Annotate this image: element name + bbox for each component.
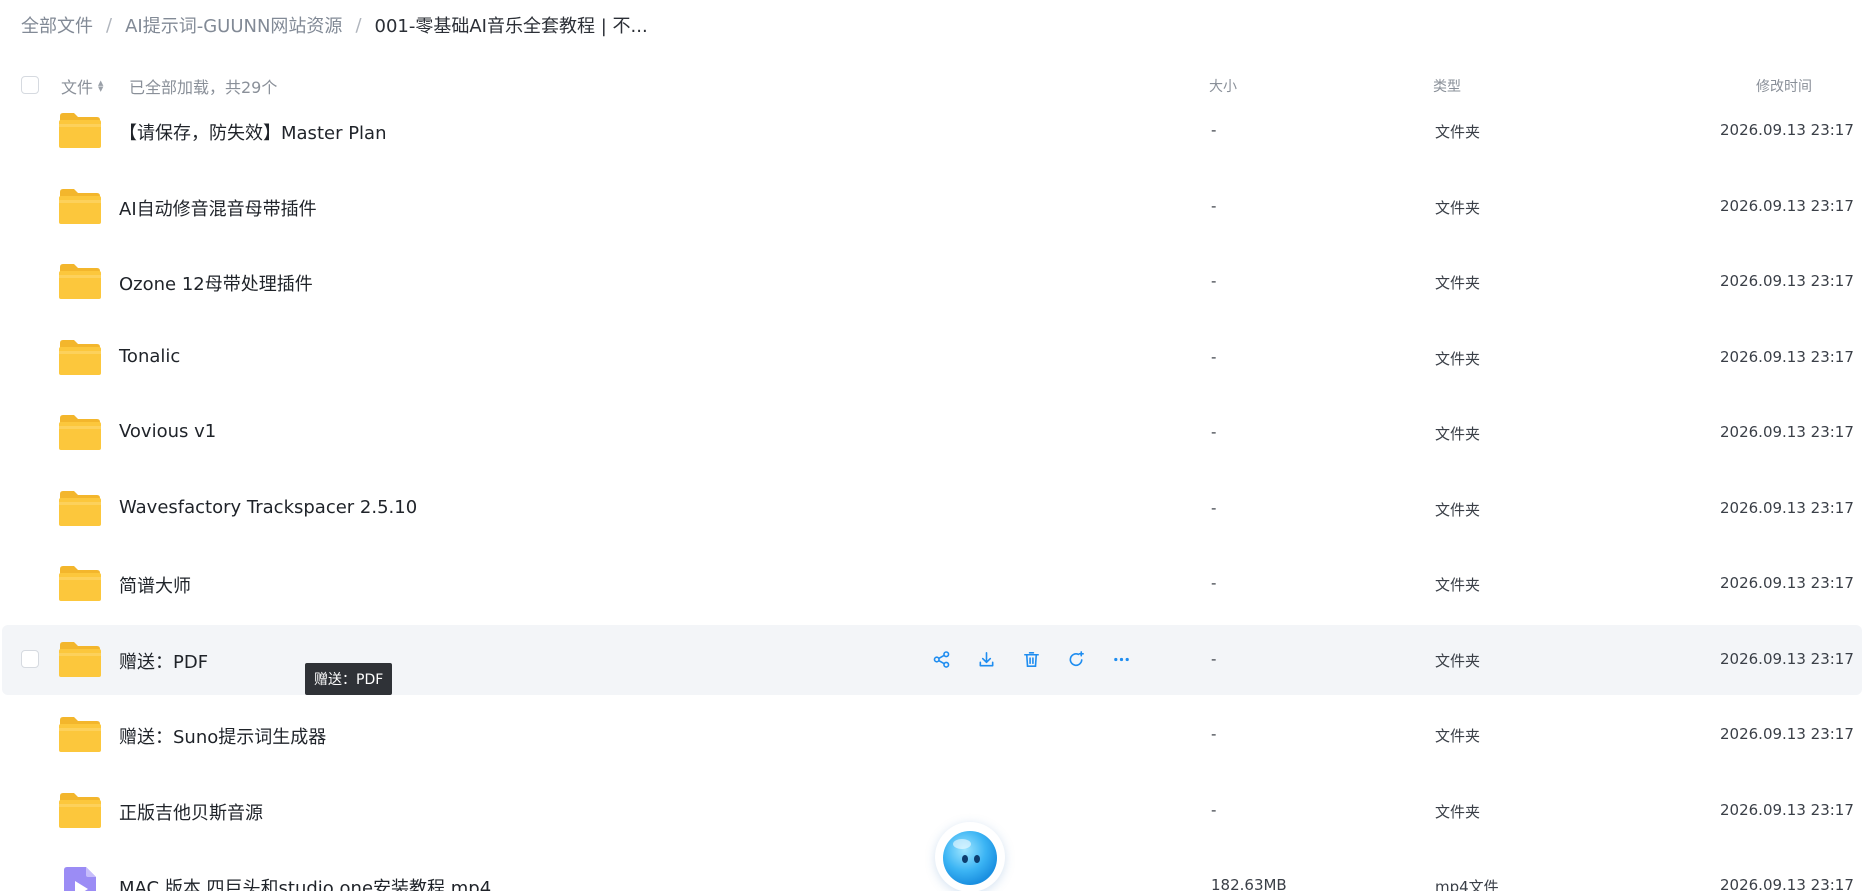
file-row[interactable]: 【请保存，防失效】Master Plan - 文件夹 2026.09.13 23:17	[2, 96, 1862, 166]
breadcrumb-item-root[interactable]: 全部文件	[21, 12, 93, 38]
file-modified-time: 2026.09.13 23:17	[1720, 347, 1854, 366]
folder-icon	[57, 261, 103, 301]
video-file-icon	[64, 867, 96, 891]
file-name[interactable]: Ozone 12母带处理插件	[119, 270, 313, 296]
file-name[interactable]: AI自动修音混音母带插件	[119, 195, 317, 221]
file-modified-time: 2026.09.13 23:17	[1720, 272, 1854, 290]
file-type: 文件夹	[1435, 500, 1481, 519]
file-modified-time: 2026.09.13 23:17	[1720, 196, 1854, 215]
file-size: -	[1211, 272, 1217, 290]
file-browser-page: 全部文件 / AI提示词-GUUNN网站资源 / 001-零基础AI音乐全套教程…	[0, 0, 1864, 891]
column-header-size: 大小	[1209, 79, 1237, 95]
file-type: 文件夹	[1435, 349, 1481, 368]
file-name[interactable]: MAC 版本 四巨头和studio one安装教程.mp4	[119, 874, 491, 891]
file-name[interactable]: Wavesfactory Trackspacer 2.5.10	[119, 497, 417, 518]
assistant-mascot-icon	[943, 831, 997, 885]
breadcrumb-item-current: 001-零基础AI音乐全套教程 | 不...	[374, 16, 648, 37]
folder-icon	[57, 110, 103, 150]
file-size: -	[1211, 800, 1217, 819]
file-row[interactable]: 赠送：Suno提示词生成器 - 文件夹 2026.09.13 23:17	[2, 700, 1862, 770]
column-header-name[interactable]: 文件 ▲ ▼	[61, 74, 103, 98]
row-actions	[926, 645, 1151, 675]
file-row[interactable]: 正版吉他贝斯音源 - 文件夹 2026.09.13 23:17	[2, 776, 1862, 846]
folder-icon	[57, 563, 103, 603]
delete-button[interactable]	[1016, 645, 1046, 675]
file-row[interactable]: MAC 版本 四巨头和studio one安装教程.mp4 182.63MB mp4…	[2, 851, 1862, 891]
folder-icon	[57, 337, 103, 377]
assistant-bubble-button[interactable]	[935, 822, 1005, 891]
breadcrumb-item-parent[interactable]: AI提示词-GUUNN网站资源	[125, 12, 342, 38]
file-type: 文件夹	[1435, 274, 1481, 292]
file-row[interactable]: Vovious v1 - 文件夹 2026.09.13 23:17	[2, 398, 1862, 468]
download-icon	[977, 650, 996, 669]
download-button[interactable]	[971, 645, 1001, 675]
folder-icon	[57, 186, 103, 226]
file-size: -	[1211, 725, 1217, 743]
file-type: 文件夹	[1435, 576, 1481, 594]
list-header: 文件 ▲ ▼ 已全部加载，共29个 大小 类型 修改时间	[0, 68, 1864, 104]
select-all-checkbox[interactable]	[21, 76, 39, 94]
file-size: -	[1211, 423, 1217, 441]
file-type: 文件夹	[1435, 198, 1481, 217]
more-button[interactable]	[1106, 645, 1136, 675]
folder-icon	[57, 714, 103, 754]
file-name[interactable]: 【请保存，防失效】Master Plan	[119, 119, 387, 145]
file-modified-time: 2026.09.13 23:17	[1720, 725, 1854, 743]
file-name[interactable]: 赠送：Suno提示词生成器	[119, 723, 326, 749]
file-modified-time: 2026.09.13 23:17	[1720, 649, 1854, 668]
file-modified-time: 2026.09.13 23:17	[1720, 498, 1854, 517]
row-checkbox[interactable]	[21, 649, 39, 668]
file-size: 182.63MB	[1211, 876, 1287, 891]
file-type: 文件夹	[1435, 651, 1481, 670]
file-row[interactable]: Tonalic - 文件夹 2026.09.13 23:17	[2, 323, 1862, 393]
file-row[interactable]: 赠送：PDF - 文件夹 2026.09.13 23:17	[2, 624, 1862, 695]
loaded-count-label: 已全部加载，共29个	[129, 78, 278, 97]
breadcrumb: 全部文件 / AI提示词-GUUNN网站资源 / 001-零基础AI音乐全套教程…	[21, 12, 648, 38]
file-modified-time: 2026.09.13 23:17	[1720, 121, 1854, 139]
folder-icon	[57, 790, 103, 830]
file-type: 文件夹	[1435, 802, 1481, 821]
file-row[interactable]: Wavesfactory Trackspacer 2.5.10 - 文件夹 2026.…	[2, 474, 1862, 544]
folder-icon	[57, 639, 103, 679]
file-row[interactable]: AI自动修音混音母带插件 - 文件夹 2026.09.13 23:17	[2, 172, 1862, 242]
folder-icon	[57, 488, 103, 528]
breadcrumb-separator: /	[355, 14, 362, 36]
file-row[interactable]: Ozone 12母带处理插件 - 文件夹 2026.09.13 23:17	[2, 247, 1862, 317]
file-modified-time: 2026.09.13 23:17	[1720, 574, 1854, 592]
folder-icon	[57, 412, 103, 452]
file-size: -	[1211, 347, 1217, 366]
refresh-icon	[1067, 650, 1086, 669]
file-type: mp4文件	[1435, 878, 1499, 891]
file-type: 文件夹	[1435, 727, 1481, 745]
file-size: -	[1211, 498, 1217, 517]
file-size: -	[1211, 649, 1217, 668]
file-size: -	[1211, 574, 1217, 592]
sort-icon[interactable]: ▲ ▼	[98, 80, 103, 93]
column-header-modified-time: 修改时间	[1756, 79, 1812, 95]
column-header-type: 类型	[1433, 79, 1461, 95]
delete-icon	[1022, 650, 1041, 669]
file-name[interactable]: Vovious v1	[119, 421, 216, 442]
share-icon	[932, 650, 951, 669]
file-name[interactable]: 正版吉他贝斯音源	[119, 799, 263, 825]
file-name[interactable]: Tonalic	[119, 346, 180, 367]
share-button[interactable]	[926, 645, 956, 675]
file-modified-time: 2026.09.13 23:17	[1720, 800, 1854, 819]
file-size: -	[1211, 121, 1217, 139]
refresh-button[interactable]	[1061, 645, 1091, 675]
file-modified-time: 2026.09.13 23:17	[1720, 876, 1854, 891]
breadcrumb-separator: /	[106, 14, 113, 36]
file-name[interactable]: 赠送：PDF	[119, 648, 208, 674]
file-size: -	[1211, 196, 1217, 215]
file-type: 文件夹	[1435, 123, 1481, 141]
file-row[interactable]: 简谱大师 - 文件夹 2026.09.13 23:17	[2, 549, 1862, 619]
column-header-name-label: 文件	[61, 78, 94, 97]
file-modified-time: 2026.09.13 23:17	[1720, 423, 1854, 441]
filename-tooltip: 赠送：PDF	[305, 663, 393, 695]
more-icon	[1112, 650, 1131, 669]
file-type: 文件夹	[1435, 425, 1481, 443]
file-name[interactable]: 简谱大师	[119, 572, 191, 598]
